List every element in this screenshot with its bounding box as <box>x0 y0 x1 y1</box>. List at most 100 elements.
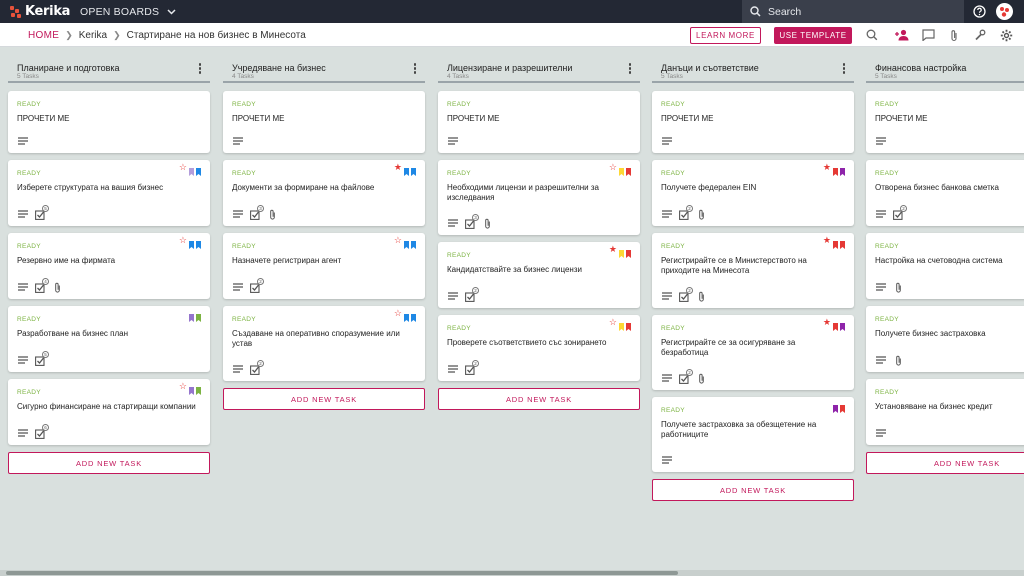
column-title[interactable]: Финансова настройка <box>875 63 966 73</box>
task-card[interactable]: READY Получете бизнес застраховка <box>866 306 1024 372</box>
task-card[interactable]: READY Проверете съответствието със зонира… <box>438 315 640 381</box>
search-box[interactable]: Search <box>742 0 964 23</box>
breadcrumb-home[interactable]: HOME <box>28 30 59 41</box>
description-icon <box>447 290 459 302</box>
task-title[interactable]: Настройка на счетоводна система <box>875 256 1024 266</box>
column-title[interactable]: Данъци и съответствие <box>661 63 759 73</box>
task-title[interactable]: ПРОЧЕТИ МЕ <box>232 114 412 124</box>
star-filled-icon[interactable]: ★ <box>823 163 831 172</box>
task-card[interactable]: READY Получете федерален EIN ★ 2 <box>652 160 854 226</box>
star-filled-icon[interactable]: ★ <box>394 163 402 172</box>
more-vert-icon[interactable] <box>198 63 202 75</box>
column-task-count: 5 Tasks <box>661 73 683 80</box>
add-person-icon[interactable] <box>894 27 910 43</box>
task-title[interactable]: Регистрирайте се в Министерството на при… <box>661 256 841 276</box>
task-card[interactable]: READY Назначете регистриран агент ☆ 2 <box>223 233 425 299</box>
task-card[interactable]: READY Получете застраховка за обезщетение… <box>652 397 854 472</box>
add-new-task-button[interactable]: ADD NEW TASK <box>8 452 210 474</box>
star-filled-icon[interactable]: ★ <box>609 245 617 254</box>
user-avatar[interactable] <box>996 3 1013 20</box>
task-title[interactable]: ПРОЧЕТИ МЕ <box>447 114 627 124</box>
task-title[interactable]: Резервно име на фирмата <box>17 256 197 266</box>
task-title[interactable]: Установяване на бизнес кредит <box>875 402 1024 412</box>
bookmark-tag-icon <box>411 163 416 176</box>
task-title[interactable]: Кандидатствайте за бизнес лицензи <box>447 265 627 275</box>
task-title[interactable]: Разработване на бизнес план <box>17 329 197 339</box>
add-new-task-button[interactable]: ADD NEW TASK <box>438 388 640 410</box>
task-title[interactable]: Получете бизнес застраховка <box>875 329 1024 339</box>
checklist-icon: 3 <box>464 214 479 229</box>
chat-icon[interactable] <box>920 27 936 43</box>
bookmark-tag-icon <box>619 318 624 331</box>
attachment-icon[interactable] <box>946 27 962 43</box>
scrollbar-thumb[interactable] <box>6 571 678 575</box>
task-title[interactable]: Проверете съответствието със зонирането <box>447 338 627 348</box>
task-title[interactable]: Изберете структурата на вашия бизнес <box>17 183 197 193</box>
task-card[interactable]: READY Регистрирайте се в Министерството н… <box>652 233 854 308</box>
task-card[interactable]: READY ПРОЧЕТИ МЕ <box>8 91 210 153</box>
add-new-task-button[interactable]: ADD NEW TASK <box>223 388 425 410</box>
star-outline-icon[interactable]: ☆ <box>179 236 187 245</box>
star-filled-icon[interactable]: ★ <box>823 318 831 327</box>
star-outline-icon[interactable]: ☆ <box>179 163 187 172</box>
task-title[interactable]: Регистрирайте се за осигуряване за безра… <box>661 338 841 358</box>
task-status: READY <box>232 101 256 108</box>
task-title[interactable]: ПРОЧЕТИ МЕ <box>661 114 841 124</box>
task-card[interactable]: READY Отворена бизнес банкова сметка 2 <box>866 160 1024 226</box>
task-title[interactable]: Създаване на оперативно споразумение или… <box>232 329 412 349</box>
task-title[interactable]: Документи за формиране на файлове <box>232 183 412 193</box>
star-outline-icon[interactable]: ☆ <box>609 163 617 172</box>
more-vert-icon[interactable] <box>413 63 417 75</box>
board-search-icon[interactable] <box>864 27 880 43</box>
task-card[interactable]: READY Кандидатствайте за бизнес лицензи ★ 2 <box>438 242 640 308</box>
column-title[interactable]: Планиране и подготовка <box>17 63 120 73</box>
task-card[interactable]: READY Резервно име на фирмата ☆ 4 <box>8 233 210 299</box>
task-title[interactable]: ПРОЧЕТИ МЕ <box>17 114 197 124</box>
wrench-icon[interactable] <box>972 27 988 43</box>
kerika-logo[interactable]: Kerika <box>10 3 70 20</box>
column-task-count: 5 Tasks <box>17 73 39 80</box>
description-icon <box>875 281 887 293</box>
task-card[interactable]: READY Сигурно финансиране на стартиращи к… <box>8 379 210 445</box>
task-title[interactable]: Назначете регистриран агент <box>232 256 412 266</box>
task-card[interactable]: READY ПРОЧЕТИ МЕ <box>438 91 640 153</box>
open-boards-menu[interactable]: OPEN BOARDS <box>80 0 176 23</box>
checklist-icon: 5 <box>34 351 49 366</box>
task-title[interactable]: Получете федерален EIN <box>661 183 841 193</box>
star-outline-icon[interactable]: ☆ <box>609 318 617 327</box>
task-card[interactable]: READY Настройка на счетоводна система <box>866 233 1024 299</box>
task-card[interactable]: READY ПРОЧЕТИ МЕ <box>866 91 1024 153</box>
breadcrumb-account[interactable]: Kerika <box>79 30 107 41</box>
star-outline-icon[interactable]: ☆ <box>394 309 402 318</box>
task-title[interactable]: ПРОЧЕТИ МЕ <box>875 114 1024 124</box>
task-card[interactable]: READY Установяване на бизнес кредит <box>866 379 1024 445</box>
add-new-task-button[interactable]: ADD NEW TASK <box>652 479 854 501</box>
use-template-button[interactable]: USE TEMPLATE <box>774 27 852 44</box>
more-vert-icon[interactable] <box>628 63 632 75</box>
task-title[interactable]: Сигурно финансиране на стартиращи компан… <box>17 402 197 412</box>
task-card[interactable]: READY ПРОЧЕТИ МЕ <box>223 91 425 153</box>
star-filled-icon[interactable]: ★ <box>823 236 831 245</box>
learn-more-button[interactable]: LEARN MORE <box>690 27 761 44</box>
description-icon <box>17 427 29 439</box>
add-new-task-button[interactable]: ADD NEW TASK <box>866 452 1024 474</box>
task-card[interactable]: READY Необходими лицензи и разрешителни з… <box>438 160 640 235</box>
column-title[interactable]: Лицензиране и разрешителни <box>447 63 572 73</box>
more-vert-icon[interactable] <box>842 63 846 75</box>
task-card[interactable]: READY Изберете структурата на вашия бизне… <box>8 160 210 226</box>
task-title[interactable]: Необходими лицензи и разрешителни за изс… <box>447 183 627 203</box>
task-card[interactable]: READY Разработване на бизнес план 5 <box>8 306 210 372</box>
star-outline-icon[interactable]: ☆ <box>394 236 402 245</box>
task-title[interactable]: Отворена бизнес банкова сметка <box>875 183 1024 193</box>
task-card[interactable]: READY Създаване на оперативно споразумени… <box>223 306 425 381</box>
task-card[interactable]: READY Регистрирайте се за осигуряване за … <box>652 315 854 390</box>
task-card[interactable]: READY Документи за формиране на файлове ★ 3 <box>223 160 425 226</box>
task-card[interactable]: READY ПРОЧЕТИ МЕ <box>652 91 854 153</box>
horizontal-scrollbar[interactable] <box>0 570 1024 576</box>
star-outline-icon[interactable]: ☆ <box>179 382 187 391</box>
settings-gear-icon[interactable] <box>998 27 1014 43</box>
attachment-icon <box>695 290 707 302</box>
column-title[interactable]: Учредяване на бизнес <box>232 63 326 73</box>
help-icon[interactable] <box>971 3 988 20</box>
task-title[interactable]: Получете застраховка за обезщетение на р… <box>661 420 841 440</box>
